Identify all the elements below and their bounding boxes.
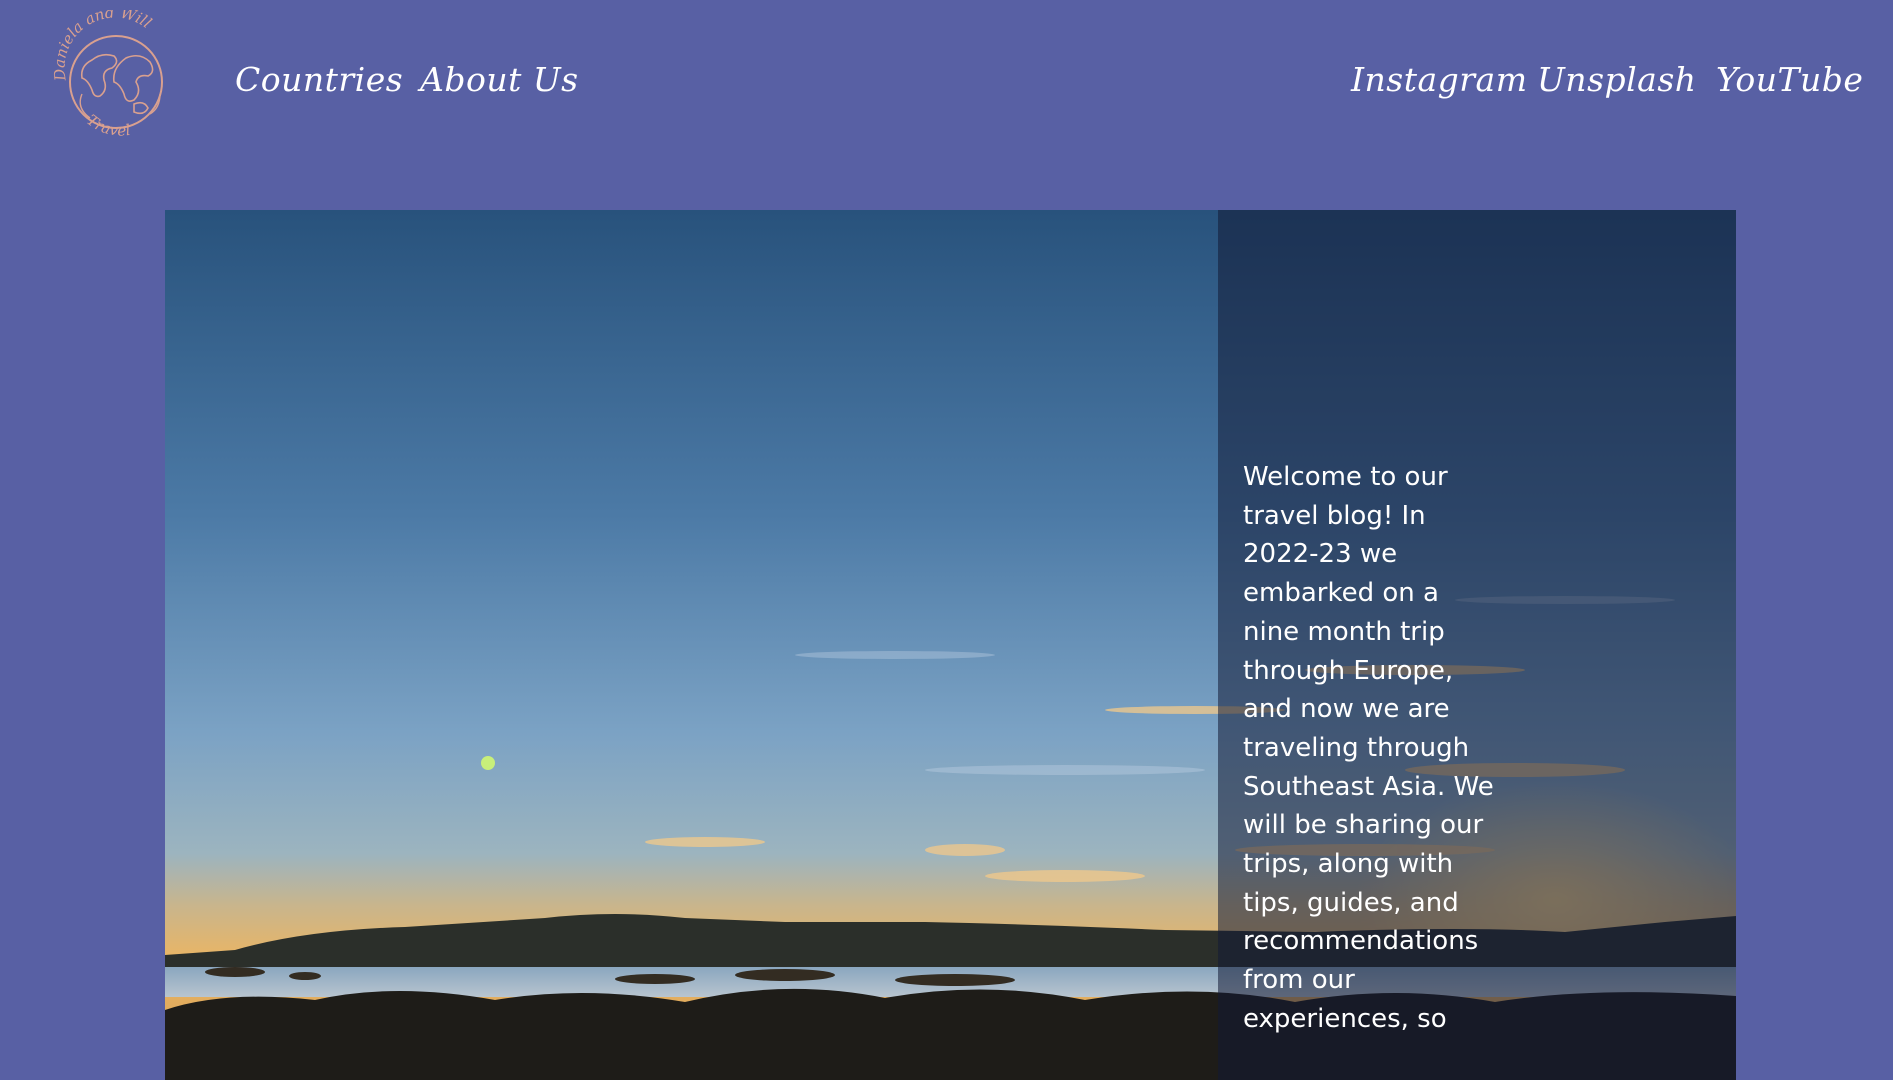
globe-logo-icon: Daniela and Will Travel <box>50 3 163 140</box>
svg-text:Travel: Travel <box>83 111 131 138</box>
site-header: Daniela and Will Travel Countries About … <box>0 0 1893 170</box>
hero-section: Welcome to our travel blog! In 2022-23 w… <box>165 210 1736 1080</box>
nav-youtube[interactable]: YouTube <box>1716 60 1863 99</box>
nav-countries[interactable]: Countries <box>235 60 403 99</box>
nav-unsplash[interactable]: Unsplash <box>1537 60 1697 99</box>
nav-instagram[interactable]: Instagram <box>1351 60 1528 99</box>
welcome-text: Welcome to our travel blog! In 2022-23 w… <box>1243 462 1494 1034</box>
welcome-panel: Welcome to our travel blog! In 2022-23 w… <box>1218 210 1736 1080</box>
svg-text:Daniela and Will: Daniela and Will <box>52 10 155 83</box>
site-logo[interactable]: Daniela and Will Travel <box>50 3 180 140</box>
nav-about-us[interactable]: About Us <box>420 60 579 99</box>
